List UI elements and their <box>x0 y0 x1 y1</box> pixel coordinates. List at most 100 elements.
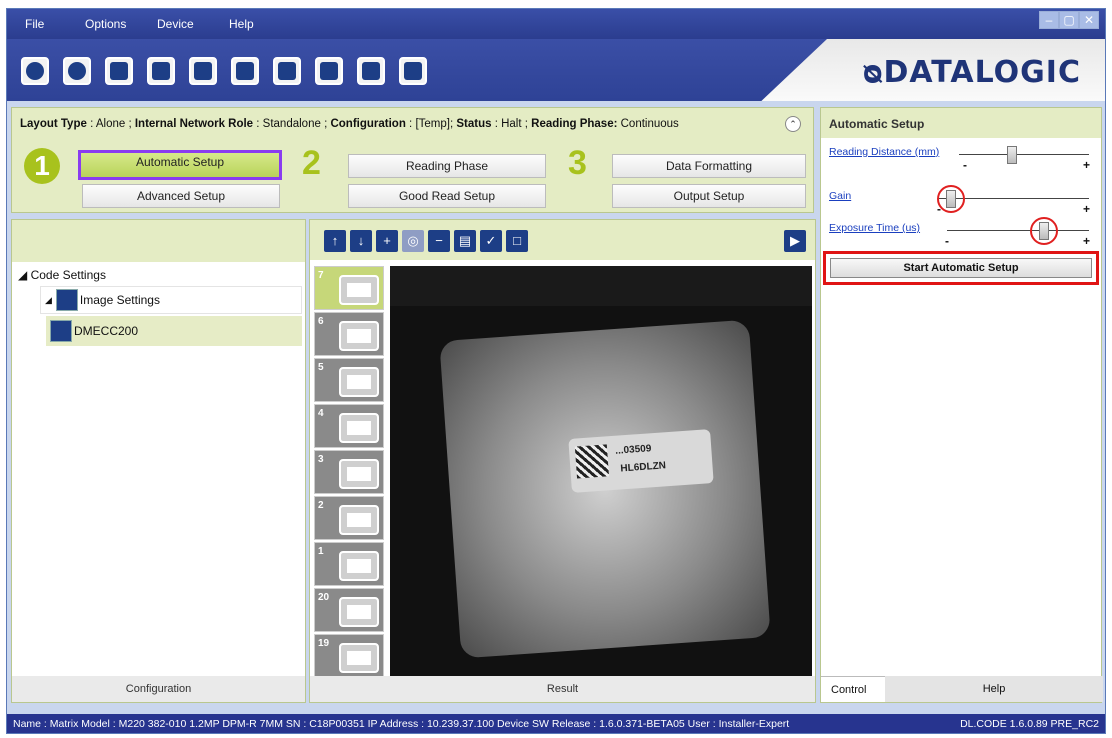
plus-label: + <box>1083 234 1091 248</box>
tab-control[interactable]: Control <box>821 676 885 702</box>
advanced-setup-button[interactable]: Advanced Setup <box>82 184 280 208</box>
acquired-image: ...03509 HL6DLZN <box>390 266 812 678</box>
thumbnail-image <box>339 367 379 397</box>
menu-help[interactable]: Help <box>229 17 254 31</box>
step-1-badge: 1 <box>24 148 60 184</box>
monitor-icon[interactable] <box>273 57 301 85</box>
zoom-reset-icon[interactable]: ◎ <box>402 230 424 252</box>
fit-window-icon[interactable]: □ <box>506 230 528 252</box>
tab-help[interactable]: Help <box>885 676 1103 702</box>
panel-tabs: Control Help <box>821 676 1103 702</box>
menu-options[interactable]: Options <box>85 17 126 31</box>
layout-icon[interactable] <box>147 57 175 85</box>
checkmark-icon[interactable]: ✓ <box>480 230 502 252</box>
app-version: DL.CODE 1.6.0.89 PRE_RC2 <box>960 718 1099 730</box>
thumbnail-19[interactable]: 19 <box>314 634 384 678</box>
thumbnail-strip: 7 6 5 4 3 2 1 20 19 <box>314 266 388 678</box>
close-button[interactable]: ✕ <box>1079 11 1099 29</box>
good-read-setup-button[interactable]: Good Read Setup <box>348 184 546 208</box>
plus-label: + <box>1083 202 1091 216</box>
gain-label: Gain <box>829 190 852 202</box>
thumbnail-7[interactable]: 7 <box>314 266 384 310</box>
exposure-time-thumb[interactable] <box>1039 222 1050 240</box>
zoom-in-icon[interactable]: + <box>376 230 398 252</box>
menu-device[interactable]: Device <box>157 17 194 31</box>
configuration-panel: ◢ Code Settings ◢ Image Settings DMECC20… <box>11 219 306 703</box>
toolbar: ᴓDATALOGIC <box>7 39 1105 101</box>
info-bar: Layout Type : Alone ; Internal Network R… <box>11 107 814 213</box>
exposure-time-slider[interactable]: Exposure Time (us) - + <box>829 217 1091 248</box>
menu-file[interactable]: File <box>25 17 44 31</box>
thumbnail-image <box>339 551 379 581</box>
output-setup-button[interactable]: Output Setup <box>612 184 806 208</box>
thumbnail-1[interactable]: 1 <box>314 542 384 586</box>
exposure-time-label: Exposure Time (us) <box>829 222 921 234</box>
configuration-open-icon[interactable] <box>189 57 217 85</box>
datalogic-logo: ᴓDATALOGIC <box>862 55 1081 90</box>
thumbnail-4[interactable]: 4 <box>314 404 384 448</box>
thumbnail-2[interactable]: 2 <box>314 496 384 540</box>
thumbnail-number: 7 <box>318 270 324 281</box>
zoom-out-icon[interactable]: − <box>428 230 450 252</box>
tree-image-settings[interactable]: ◢ Image Settings <box>40 286 302 314</box>
thumbnail-number: 5 <box>318 362 324 373</box>
maximize-button[interactable]: ▢ <box>1059 11 1079 29</box>
reading-phase-button[interactable]: Reading Phase <box>348 154 546 178</box>
play-icon[interactable]: ▶ <box>784 230 806 252</box>
thumbnail-20[interactable]: 20 <box>314 588 384 632</box>
user-icon[interactable] <box>105 57 133 85</box>
tree-dmecc200[interactable]: DMECC200 <box>46 316 302 346</box>
minimize-button[interactable]: – <box>1039 11 1059 29</box>
thumbnail-number: 6 <box>318 316 324 327</box>
device-search-icon[interactable] <box>63 57 91 85</box>
connect-icon[interactable] <box>21 57 49 85</box>
tree-code-settings[interactable]: ◢ Code Settings <box>18 268 106 282</box>
result-panel: ↑ ↓ + ◎ − ▤ ✓ □ ▶ 7 6 5 4 3 2 1 20 19 ...03509 H… <box>309 219 816 703</box>
configuration-header <box>12 220 305 262</box>
reading-distance-thumb[interactable] <box>1007 146 1017 164</box>
automatic-setup-button[interactable]: Automatic Setup <box>78 150 282 180</box>
arrow-up-icon[interactable]: ↑ <box>324 230 346 252</box>
configuration-save-icon[interactable] <box>231 57 259 85</box>
gain-slider[interactable]: Gain - + <box>829 185 1091 216</box>
expand-icon[interactable]: ◢ <box>18 268 31 282</box>
datamatrix-code <box>574 444 609 479</box>
thumbnail-5[interactable]: 5 <box>314 358 384 402</box>
configuration-tab[interactable]: Configuration <box>12 676 305 702</box>
statistics-icon[interactable] <box>315 57 343 85</box>
window-controls: – ▢ ✕ <box>1039 11 1099 35</box>
status-bar: Name : Matrix Model : M220 382-010 1.2MP… <box>7 714 1105 733</box>
minus-label: - <box>963 158 967 172</box>
gain-thumb[interactable] <box>946 190 956 208</box>
minus-label: - <box>945 234 949 248</box>
thumbnail-number: 4 <box>318 408 324 419</box>
panel-title: Automatic Setup <box>821 108 1101 138</box>
start-automatic-setup-button[interactable]: Start Automatic Setup <box>830 258 1092 278</box>
data-formatting-button[interactable]: Data Formatting <box>612 154 806 178</box>
code-label: ...03509 HL6DLZN <box>568 429 714 493</box>
thumbnail-number: 20 <box>318 592 330 603</box>
thumbnail-image <box>339 643 379 673</box>
collapse-icon[interactable]: ⌃ <box>785 116 801 132</box>
label-text-line1: ...03509 <box>614 443 652 457</box>
diagnostics-icon[interactable] <box>357 57 385 85</box>
start-button-highlight: Start Automatic Setup <box>823 251 1099 285</box>
terminal-icon[interactable] <box>399 57 427 85</box>
image-top-band <box>390 266 812 306</box>
thumbnail-image <box>339 505 379 535</box>
thumbnail-number: 3 <box>318 454 324 465</box>
arrow-down-icon[interactable]: ↓ <box>350 230 372 252</box>
automatic-setup-panel: Automatic Setup Reading Distance (mm) - … <box>820 107 1103 703</box>
image-toolbar: ↑ ↓ + ◎ − ▤ ✓ □ ▶ <box>310 220 815 260</box>
device-info: Name : Matrix Model : M220 382-010 1.2MP… <box>13 718 790 730</box>
thumbnail-6[interactable]: 6 <box>314 312 384 356</box>
main-window: File Options Device Help – ▢ ✕ ᴓDATALOGI… <box>6 8 1106 734</box>
save-image-icon[interactable]: ▤ <box>454 230 476 252</box>
thumbnail-3[interactable]: 3 <box>314 450 384 494</box>
result-tab[interactable]: Result <box>310 676 815 702</box>
reading-distance-slider[interactable]: Reading Distance (mm) - + <box>829 146 1091 172</box>
expand-icon[interactable]: ◢ <box>45 295 52 306</box>
thumbnail-image <box>339 275 379 305</box>
thumbnail-image <box>339 413 379 443</box>
thumbnail-number: 2 <box>318 500 324 511</box>
